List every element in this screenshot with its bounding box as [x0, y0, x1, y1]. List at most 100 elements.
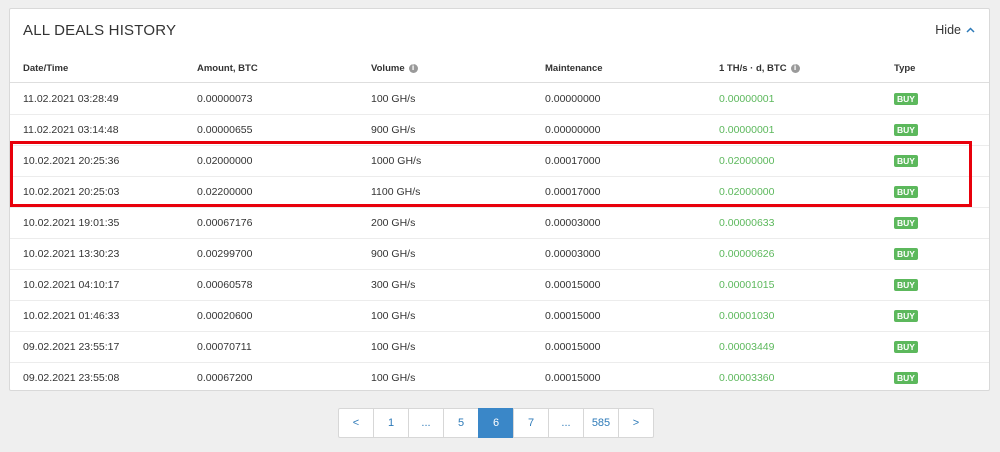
info-icon[interactable]: i: [408, 64, 418, 73]
cell-rate: 0.00000001: [719, 124, 775, 136]
column-header-maintenance[interactable]: Maintenance: [545, 63, 603, 74]
cell-amount: 0.00000655: [197, 124, 253, 136]
cell-datetime: 10.02.2021 13:30:23: [23, 248, 120, 260]
table-row: 10.02.2021 20:25:36 0.02000000 1000 GH/s…: [10, 146, 989, 177]
cell-maintenance: 0.00017000: [545, 155, 601, 167]
cell-datetime: 10.02.2021 01:46:33: [23, 310, 120, 322]
cell-datetime: 10.02.2021 19:01:35: [23, 217, 120, 229]
cell-volume: 900 GH/s: [371, 248, 416, 260]
panel-title: ALL DEALS HISTORY: [23, 22, 177, 39]
cell-volume: 100 GH/s: [371, 310, 416, 322]
type-badge: BUY: [894, 310, 918, 322]
type-badge: BUY: [894, 155, 918, 167]
column-label: Volume: [371, 63, 405, 74]
cell-amount: 0.00000073: [197, 93, 253, 105]
cell-volume: 100 GH/s: [371, 372, 416, 384]
column-label: Type: [894, 63, 916, 74]
table-row: 11.02.2021 03:28:49 0.00000073 100 GH/s …: [10, 84, 989, 115]
cell-datetime: 09.02.2021 23:55:17: [23, 341, 120, 353]
cell-amount: 0.02000000: [197, 155, 253, 167]
cell-datetime: 09.02.2021 23:55:08: [23, 372, 120, 384]
column-header-rate[interactable]: 1 TH/s · d, BTC i: [719, 63, 800, 74]
table-row: 10.02.2021 01:46:33 0.00020600 100 GH/s …: [10, 301, 989, 332]
cell-amount: 0.00067176: [197, 217, 253, 229]
table-row: 11.02.2021 03:14:48 0.00000655 900 GH/s …: [10, 115, 989, 146]
cell-maintenance: 0.00015000: [545, 341, 601, 353]
column-header-volume[interactable]: Volume i: [371, 63, 418, 74]
cell-rate: 0.00003449: [719, 341, 775, 353]
cell-volume: 1000 GH/s: [371, 155, 422, 167]
prev-page-button[interactable]: <: [338, 408, 374, 438]
column-label: Amount, BTC: [197, 63, 258, 74]
cell-amount: 0.00299700: [197, 248, 253, 260]
table-header-row: Date/Time Amount, BTC Volume i Maintenanc…: [10, 53, 989, 83]
cell-rate: 0.02000000: [719, 155, 775, 167]
type-badge: BUY: [894, 186, 918, 198]
cell-maintenance: 0.00003000: [545, 217, 601, 229]
table-row: 10.02.2021 04:10:17 0.00060578 300 GH/s …: [10, 270, 989, 301]
page-ellipsis[interactable]: ...: [548, 408, 584, 438]
cell-rate: 0.00001030: [719, 310, 775, 322]
type-badge: BUY: [894, 93, 918, 105]
type-badge: BUY: [894, 341, 918, 353]
cell-datetime: 11.02.2021 03:14:48: [23, 124, 119, 136]
type-badge: BUY: [894, 217, 918, 229]
column-label: 1 TH/s · d, BTC: [719, 63, 787, 74]
cell-amount: 0.02200000: [197, 186, 253, 198]
cell-rate: 0.00001015: [719, 279, 775, 291]
page-ellipsis[interactable]: ...: [408, 408, 444, 438]
page-button-5[interactable]: 5: [443, 408, 479, 438]
type-badge: BUY: [894, 248, 918, 260]
table-row: 10.02.2021 19:01:35 0.00067176 200 GH/s …: [10, 208, 989, 239]
cell-amount: 0.00020600: [197, 310, 253, 322]
hide-toggle-button[interactable]: Hide: [935, 23, 975, 37]
cell-datetime: 11.02.2021 03:28:49: [23, 93, 119, 105]
column-label: Date/Time: [23, 63, 69, 74]
cell-rate: 0.02000000: [719, 186, 775, 198]
cell-volume: 300 GH/s: [371, 279, 416, 291]
cell-amount: 0.00070711: [197, 341, 252, 353]
next-page-button[interactable]: >: [618, 408, 654, 438]
table-row: 10.02.2021 20:25:03 0.02200000 1100 GH/s…: [10, 177, 989, 208]
cell-rate: 0.00003360: [719, 372, 775, 384]
cell-amount: 0.00060578: [197, 279, 253, 291]
column-label: Maintenance: [545, 63, 603, 74]
page-button-1[interactable]: 1: [373, 408, 409, 438]
cell-volume: 100 GH/s: [371, 93, 416, 105]
cell-rate: 0.00000001: [719, 93, 775, 105]
cell-maintenance: 0.00003000: [545, 248, 601, 260]
cell-maintenance: 0.00000000: [545, 93, 601, 105]
cell-datetime: 10.02.2021 20:25:36: [23, 155, 120, 167]
cell-rate: 0.00000626: [719, 248, 775, 260]
cell-maintenance: 0.00017000: [545, 186, 601, 198]
cell-maintenance: 0.00015000: [545, 310, 601, 322]
column-header-type[interactable]: Type: [894, 63, 915, 74]
panel-header: ALL DEALS HISTORY Hide: [10, 9, 989, 51]
cell-volume: 200 GH/s: [371, 217, 416, 229]
info-icon[interactable]: i: [790, 64, 800, 73]
column-header-amount[interactable]: Amount, BTC: [197, 63, 258, 74]
cell-datetime: 10.02.2021 04:10:17: [23, 279, 120, 291]
table-row: 10.02.2021 13:30:23 0.00299700 900 GH/s …: [10, 239, 989, 270]
cell-maintenance: 0.00000000: [545, 124, 601, 136]
pagination: < 1 ... 5 6 7 ... 585 >: [338, 408, 654, 438]
cell-rate: 0.00000633: [719, 217, 775, 229]
column-header-datetime[interactable]: Date/Time: [23, 63, 68, 74]
page-button-6-active[interactable]: 6: [478, 408, 514, 438]
table-row: 09.02.2021 23:55:08 0.00067200 100 GH/s …: [10, 363, 989, 394]
deals-history-panel: ALL DEALS HISTORY Hide Date/Time Amount,…: [9, 8, 990, 391]
type-badge: BUY: [894, 124, 918, 136]
chevron-up-icon: [966, 27, 975, 33]
type-badge: BUY: [894, 279, 918, 291]
deals-table-body: 11.02.2021 03:28:49 0.00000073 100 GH/s …: [10, 84, 989, 394]
table-row: 09.02.2021 23:55:17 0.00070711 100 GH/s …: [10, 332, 989, 363]
cell-volume: 100 GH/s: [371, 341, 416, 353]
cell-maintenance: 0.00015000: [545, 372, 601, 384]
page-button-7[interactable]: 7: [513, 408, 549, 438]
cell-volume: 900 GH/s: [371, 124, 416, 136]
cell-datetime: 10.02.2021 20:25:03: [23, 186, 120, 198]
cell-amount: 0.00067200: [197, 372, 253, 384]
type-badge: BUY: [894, 372, 918, 384]
page-button-585[interactable]: 585: [583, 408, 619, 438]
cell-volume: 1100 GH/s: [371, 186, 421, 198]
